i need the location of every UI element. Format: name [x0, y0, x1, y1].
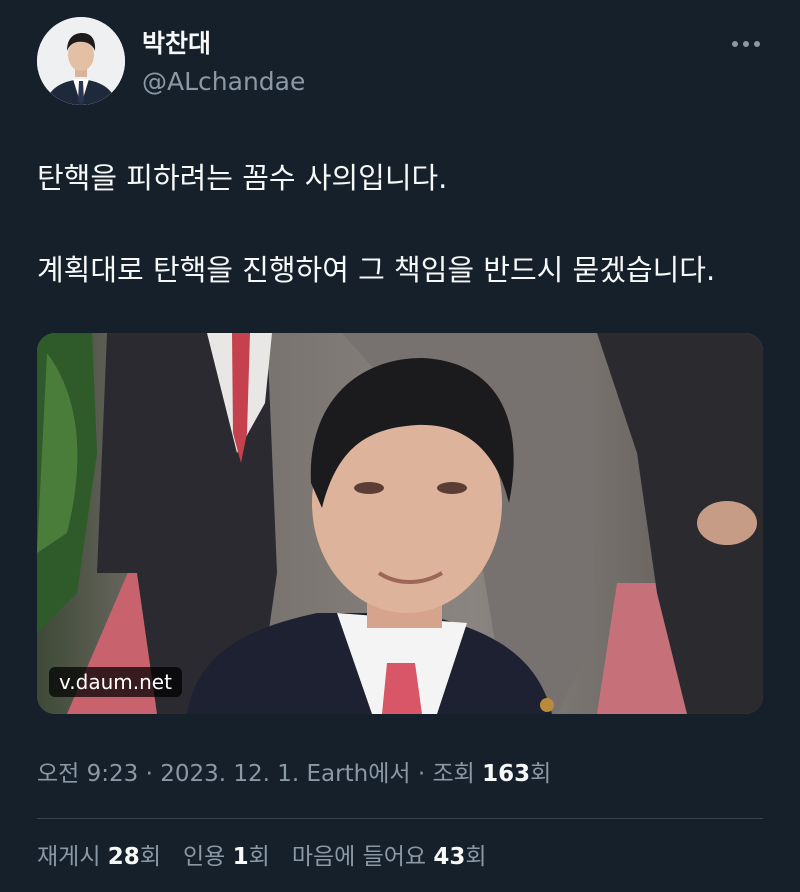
likes-suffix: 회	[465, 844, 487, 870]
retweets-suffix: 회	[139, 844, 161, 870]
likes-label: 마음에 들어요	[291, 844, 434, 870]
meta-separator: ·	[138, 761, 161, 787]
author-handle[interactable]: @ALchandae	[142, 66, 305, 98]
tweet-card: 박찬대 @ALchandae 탄핵을 피하려는 꼼수 사의입니다. 계획대로 탄…	[0, 0, 800, 892]
quotes-count: 1	[232, 844, 249, 870]
tweet-date[interactable]: 2023. 12. 1.	[160, 761, 299, 787]
more-horizontal-icon	[732, 41, 760, 47]
tweet-time[interactable]: 오전 9:23	[37, 761, 138, 787]
news-photo-image	[37, 333, 763, 714]
tweet-source: Earth에서	[299, 761, 411, 787]
views-label: 조회	[432, 761, 483, 787]
tweet-text-line-2: 계획대로 탄핵을 진행하여 그 책임을 반드시 묻겠습니다.	[37, 253, 716, 287]
retweets-count: 28	[107, 844, 140, 870]
views-count: 163	[482, 761, 531, 787]
views-suffix: 회	[530, 761, 552, 787]
divider	[37, 818, 763, 819]
more-options-button[interactable]	[724, 28, 768, 60]
retweets-label: 재게시	[37, 844, 108, 870]
quotes-suffix: 회	[248, 844, 270, 870]
likes-count: 43	[433, 844, 466, 870]
link-domain-label[interactable]: v.daum.net	[49, 667, 182, 697]
author-avatar[interactable]	[37, 17, 125, 105]
person-avatar-icon	[37, 17, 125, 105]
link-card-image[interactable]	[37, 333, 763, 714]
tweet-text-line-1: 탄핵을 피하려는 꼼수 사의입니다.	[37, 161, 448, 195]
engagement-stats: 재게시 28회 인용 1회 마음에 들어요 43회	[37, 840, 487, 874]
retweets-stat[interactable]: 재게시 28회	[37, 840, 161, 874]
quotes-stat[interactable]: 인용 1회	[183, 840, 270, 874]
author-display-name[interactable]: 박찬대	[142, 28, 211, 60]
tweet-metadata: 오전 9:23 · 2023. 12. 1. Earth에서 · 조회 163회	[37, 757, 551, 791]
quotes-label: 인용	[182, 844, 233, 870]
meta-separator: ·	[410, 761, 433, 787]
likes-stat[interactable]: 마음에 들어요 43회	[292, 840, 487, 874]
